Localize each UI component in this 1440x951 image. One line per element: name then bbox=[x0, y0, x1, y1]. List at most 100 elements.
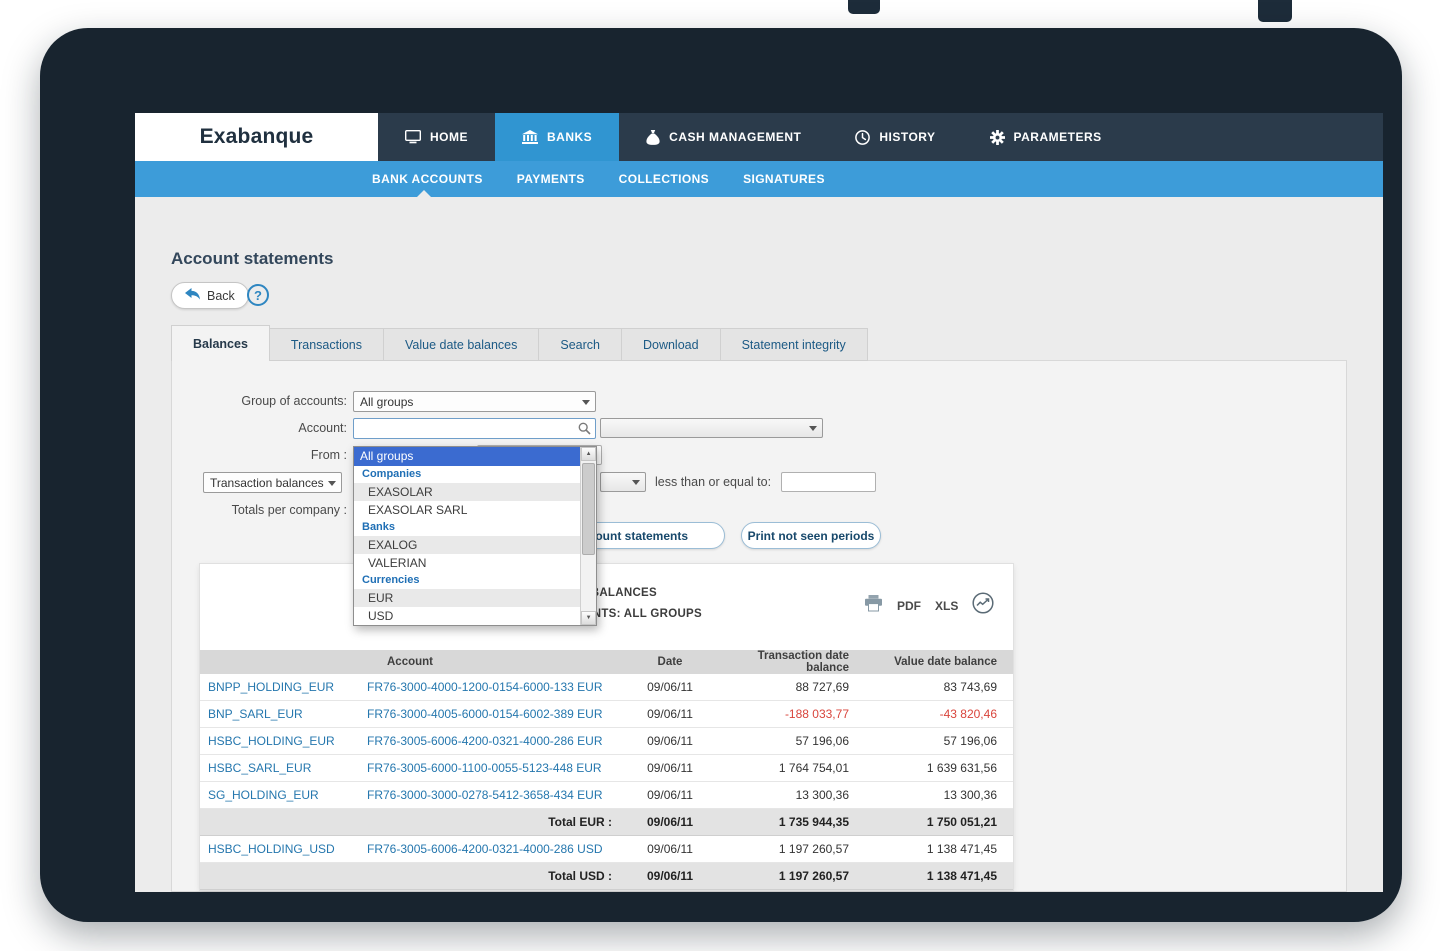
group-of-accounts-label: Group of accounts: bbox=[241, 394, 347, 408]
tab-label: Transactions bbox=[290, 337, 362, 352]
bank-icon bbox=[522, 130, 538, 144]
total-transaction-balance: 1 197 260,57 bbox=[778, 869, 849, 883]
nav-item-banks[interactable]: BANKS bbox=[495, 113, 620, 161]
account-name-link[interactable]: BNP_SARL_EUR bbox=[200, 707, 358, 721]
dropdown-option-exalog[interactable]: EXALOG bbox=[354, 536, 581, 554]
dropdown-scrollbar[interactable]: ▲ ▼ bbox=[580, 447, 596, 625]
total-label: Total EUR : bbox=[548, 815, 612, 829]
account-name-link[interactable]: HSBC_SARL_EUR bbox=[200, 761, 358, 775]
amount-input[interactable] bbox=[781, 472, 876, 492]
from-label: From : bbox=[310, 448, 347, 462]
account-secondary-select[interactable] bbox=[600, 418, 823, 438]
total-usd-row: Total USD : 09/06/11 1 197 260,57 1 138 … bbox=[200, 863, 1013, 890]
dropdown-group-currencies: Currencies bbox=[362, 574, 420, 586]
row-value-balance: -43 820,46 bbox=[939, 707, 997, 721]
nav-item-parameters[interactable]: PARAMETERS bbox=[963, 113, 1129, 161]
subnav-item-collections[interactable]: COLLECTIONS bbox=[602, 161, 726, 197]
dropdown-option-eur[interactable]: EUR bbox=[354, 589, 581, 607]
total-date: 09/06/11 bbox=[646, 869, 694, 883]
monitor-icon bbox=[405, 130, 421, 144]
account-name-link[interactable]: SG_HOLDING_EUR bbox=[200, 788, 358, 802]
help-button[interactable]: ? bbox=[247, 284, 269, 306]
tab-label: Balances bbox=[193, 336, 248, 351]
account-name-link[interactable]: HSBC_HOLDING_EUR bbox=[200, 734, 358, 748]
row-value-balance: 83 743,69 bbox=[943, 680, 997, 694]
account-search-input[interactable] bbox=[354, 420, 578, 437]
subnav-item-payments[interactable]: PAYMENTS bbox=[500, 161, 602, 197]
header-value-date-balance: Value date balance bbox=[894, 656, 997, 668]
account-search-combobox[interactable] bbox=[353, 418, 596, 439]
background-shape bbox=[848, 0, 880, 14]
scroll-down-icon[interactable]: ▼ bbox=[581, 611, 596, 625]
sub-navigation: BANK ACCOUNTS PAYMENTS COLLECTIONS SIGNA… bbox=[135, 161, 1383, 197]
tab-transactions[interactable]: Transactions bbox=[269, 328, 384, 361]
tab-download[interactable]: Download bbox=[621, 328, 721, 361]
dropdown-option-exasolar-sarl[interactable]: EXASOLAR SARL bbox=[354, 501, 580, 519]
balance-type-value: Transaction balances bbox=[210, 475, 324, 490]
top-navigation: Exabanque HOME BANKS CASH MANAGEMENT HIS… bbox=[135, 113, 1383, 161]
nav-item-cash-management[interactable]: CASH MANAGEMENT bbox=[619, 113, 828, 161]
account-iban-link[interactable]: FR76-3000-4005-6000-0154-6002-389 EUR bbox=[358, 707, 620, 721]
tab-search[interactable]: Search bbox=[539, 328, 622, 361]
export-xls-button[interactable]: XLS bbox=[935, 599, 958, 613]
dropdown-option-usd[interactable]: USD bbox=[354, 607, 580, 625]
account-iban-link[interactable]: FR76-3005-6006-4200-0321-4000-286 EUR bbox=[358, 734, 620, 748]
dropdown-options: All groups Companies EXASOLAR EXASOLAR S… bbox=[354, 447, 581, 625]
account-iban-link[interactable]: FR76-3005-6000-1100-0055-5123-448 EUR bbox=[358, 761, 620, 775]
header-transaction-date-balance: Transaction date balance bbox=[757, 650, 849, 674]
account-iban-link[interactable]: FR76-3000-4000-1200-0154-6000-133 EUR bbox=[358, 680, 620, 694]
row-date: 09/06/11 bbox=[647, 842, 693, 856]
search-icon bbox=[578, 422, 591, 435]
account-label: Account: bbox=[298, 421, 347, 435]
table-row: SG_HOLDING_EUR FR76-3000-3000-0278-5412-… bbox=[200, 782, 1013, 809]
back-button[interactable]: Back bbox=[171, 282, 249, 309]
printer-icon[interactable] bbox=[864, 594, 883, 617]
subnav-label: SIGNATURES bbox=[743, 172, 825, 186]
operator-select[interactable] bbox=[600, 472, 646, 492]
row-transaction-balance: 1 764 754,01 bbox=[778, 761, 849, 775]
nav-item-home[interactable]: HOME bbox=[378, 113, 495, 161]
nav-item-history[interactable]: HISTORY bbox=[828, 113, 962, 161]
chevron-down-icon bbox=[328, 480, 336, 486]
report-header: TRANSACTION AND VALUE DATE BALANCES GROU… bbox=[200, 564, 1013, 650]
row-date: 09/06/11 bbox=[647, 707, 693, 721]
print-not-seen-periods-button[interactable]: Print not seen periods bbox=[741, 522, 881, 549]
header-account: Account bbox=[387, 656, 433, 668]
table-row: BNP_SARL_EUR FR76-3000-4005-6000-0154-60… bbox=[200, 701, 1013, 728]
scroll-up-icon[interactable]: ▲ bbox=[581, 447, 596, 461]
dropdown-option-valerian[interactable]: VALERIAN bbox=[354, 554, 580, 572]
account-iban-link[interactable]: FR76-3000-3000-0278-5412-3658-434 EUR bbox=[358, 788, 620, 802]
row-date: 09/06/11 bbox=[647, 761, 693, 775]
row-date: 09/06/11 bbox=[647, 680, 693, 694]
balance-type-select[interactable]: Transaction balances bbox=[203, 472, 342, 493]
export-pdf-button[interactable]: PDF bbox=[897, 599, 921, 613]
tab-bar: Balances Transactions Value date balance… bbox=[171, 325, 868, 361]
tab-value-date-balances[interactable]: Value date balances bbox=[384, 328, 540, 361]
active-subnav-caret-icon bbox=[417, 190, 431, 197]
account-name-link[interactable]: BNPP_HOLDING_EUR bbox=[200, 680, 358, 694]
group-of-accounts-select[interactable]: All groups bbox=[353, 391, 596, 412]
row-date: 09/06/11 bbox=[647, 788, 693, 802]
amount-field[interactable] bbox=[782, 473, 875, 491]
money-bag-icon bbox=[646, 129, 660, 145]
account-iban-link[interactable]: FR76-3005-6006-4200-0321-4000-286 USD bbox=[358, 842, 620, 856]
row-value-balance: 57 196,06 bbox=[943, 734, 997, 748]
tab-label: Value date balances bbox=[405, 337, 518, 352]
tablet-frame: Exabanque HOME BANKS CASH MANAGEMENT HIS… bbox=[40, 28, 1402, 922]
scrollbar-thumb[interactable] bbox=[582, 463, 596, 555]
dropdown-option-all-groups[interactable]: All groups bbox=[354, 447, 581, 466]
table-header-row: Account Date Transaction date balance Va… bbox=[200, 650, 1013, 674]
tab-statement-integrity[interactable]: Statement integrity bbox=[720, 328, 868, 361]
chart-icon[interactable] bbox=[972, 592, 994, 619]
account-name-link[interactable]: HSBC_HOLDING_USD bbox=[200, 842, 358, 856]
subnav-item-signatures[interactable]: SIGNATURES bbox=[726, 161, 842, 197]
logo-text: Exabanque bbox=[199, 125, 314, 148]
dropdown-option-exasolar[interactable]: EXASOLAR bbox=[354, 483, 581, 501]
tab-label: Search bbox=[560, 337, 600, 352]
tab-balances[interactable]: Balances bbox=[171, 325, 270, 361]
header-date: Date bbox=[657, 656, 683, 668]
table-row: HSBC_HOLDING_EUR FR76-3005-6006-4200-032… bbox=[200, 728, 1013, 755]
logo[interactable]: Exabanque bbox=[135, 113, 378, 161]
less-than-label: less than or equal to: bbox=[655, 475, 772, 489]
row-transaction-balance: -188 033,77 bbox=[784, 707, 849, 721]
